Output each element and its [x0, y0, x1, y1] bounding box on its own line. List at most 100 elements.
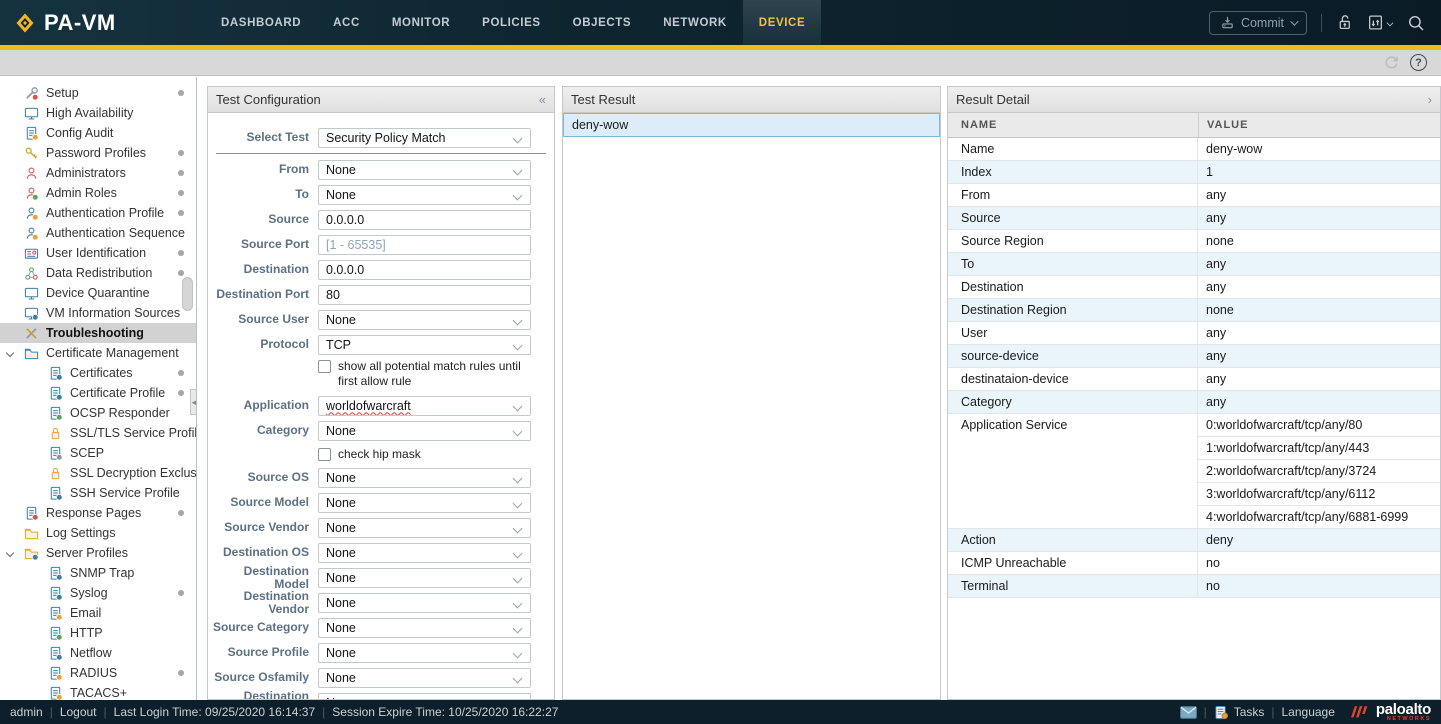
sidebar-item-scep[interactable]: SCEP — [0, 443, 196, 463]
expand-chevron-icon[interactable] — [6, 549, 14, 557]
detail-row-destinataion-device: destinataion-deviceany — [948, 368, 1440, 391]
from-select[interactable]: None — [318, 160, 531, 180]
sidebar-item-authentication-profile[interactable]: Authentication Profile — [0, 203, 196, 223]
search-icon[interactable] — [1407, 14, 1425, 32]
source-user-label: Source User — [208, 313, 318, 326]
source-input[interactable] — [318, 210, 531, 230]
sidebar-collapse-handle[interactable]: ◄ — [190, 389, 197, 415]
expand-chevron-icon[interactable] — [6, 349, 14, 357]
to-select[interactable]: None — [318, 185, 531, 205]
sidebar-scrollbar-thumb[interactable] — [182, 277, 193, 311]
form-row-check-hip-mask: check hip mask — [208, 443, 554, 465]
form-row-source-user: Source UserNone — [208, 307, 554, 332]
sidebar-item-http[interactable]: HTTP — [0, 623, 196, 643]
chevron-down-icon — [1290, 17, 1298, 25]
divider: | — [104, 705, 107, 719]
sidebar-item-data-redistribution[interactable]: Data Redistribution — [0, 263, 196, 283]
config-save-icon[interactable] — [1367, 14, 1393, 31]
source-port-input[interactable] — [318, 235, 531, 255]
sidebar-item-ssh-service-profile[interactable]: SSH Service Profile — [0, 483, 196, 503]
application-select[interactable]: worldofwarcraft — [318, 396, 531, 416]
source-os-select[interactable]: None — [318, 468, 531, 488]
sidebar-item-server-profiles[interactable]: Server Profiles — [0, 543, 196, 563]
sidebar-item-log-settings[interactable]: Log Settings — [0, 523, 196, 543]
nav-tab-dashboard[interactable]: DASHBOARD — [205, 0, 317, 45]
nav-tab-monitor[interactable]: MONITOR — [376, 0, 466, 45]
protocol-select[interactable]: TCP — [318, 335, 531, 355]
nav-tab-acc[interactable]: ACC — [317, 0, 376, 45]
category-select[interactable]: None — [318, 421, 531, 441]
sidebar-item-troubleshooting[interactable]: Troubleshooting — [0, 323, 196, 343]
sidebar-item-user-identification[interactable]: User Identification — [0, 243, 196, 263]
destination-input[interactable] — [318, 260, 531, 280]
sidebar-item-setup[interactable]: Setup — [0, 83, 196, 103]
collapse-panel-icon[interactable]: « — [539, 92, 546, 107]
show-all-potential-match-rules-checkbox[interactable] — [318, 360, 331, 373]
nav-tab-policies[interactable]: POLICIES — [466, 0, 556, 45]
sidebar-item-response-pages[interactable]: Response Pages — [0, 503, 196, 523]
source-model-select[interactable]: None — [318, 493, 531, 513]
expand-panel-icon[interactable]: › — [1428, 92, 1432, 107]
refresh-icon[interactable] — [1383, 54, 1400, 71]
nav-tab-network[interactable]: NETWORK — [647, 0, 743, 45]
source-user-select[interactable]: None — [318, 310, 531, 330]
commit-button[interactable]: Commit — [1209, 11, 1307, 35]
language-link[interactable]: Language — [1282, 705, 1335, 719]
sidebar-item-authentication-sequence[interactable]: Authentication Sequence — [0, 223, 196, 243]
sidebar-item-label: Data Redistribution — [46, 266, 152, 280]
sidebar-item-label: Device Quarantine — [46, 286, 150, 300]
tasks-link[interactable]: Tasks — [1234, 705, 1265, 719]
source-osfamily-select[interactable]: None — [318, 668, 531, 688]
sidebar-item-ssl-decryption-exclusion[interactable]: SSL Decryption Exclusion — [0, 463, 196, 483]
sidebar-item-certificates[interactable]: Certificates — [0, 363, 196, 383]
sidebar-item-certificate-profile[interactable]: Certificate Profile — [0, 383, 196, 403]
check-hip-mask-checkbox[interactable] — [318, 448, 331, 461]
sidebar-item-config-audit[interactable]: Config Audit — [0, 123, 196, 143]
sidebar-item-label: Authentication Sequence — [46, 226, 185, 240]
sidebar-item-administrators[interactable]: Administrators — [0, 163, 196, 183]
http-icon — [48, 626, 64, 641]
nav-tab-device[interactable]: DEVICE — [743, 0, 821, 45]
source-profile-select[interactable]: None — [318, 643, 531, 663]
sidebar-item-radius[interactable]: RADIUS — [0, 663, 196, 683]
form-row-destination-port: Destination Port — [208, 282, 554, 307]
category-label: Category — [208, 424, 318, 437]
detail-row-from: Fromany — [948, 184, 1440, 207]
source-category-select[interactable]: None — [318, 618, 531, 638]
detail-name: Destination — [948, 276, 1198, 298]
sidebar-item-snmp-trap[interactable]: SNMP Trap — [0, 563, 196, 583]
sidebar-item-device-quarantine[interactable]: Device Quarantine — [0, 283, 196, 303]
sidebar-item-admin-roles[interactable]: Admin Roles — [0, 183, 196, 203]
select-test-select[interactable]: Security Policy Match — [318, 128, 531, 148]
setup-icon — [24, 86, 40, 101]
lock-open-icon[interactable] — [1336, 14, 1353, 31]
sidebar-item-syslog[interactable]: Syslog — [0, 583, 196, 603]
sidebar-item-ssl-tls-service-profile[interactable]: SSL/TLS Service Profile — [0, 423, 196, 443]
tasks-icon[interactable] — [1214, 705, 1229, 720]
sidebar-item-netflow[interactable]: Netflow — [0, 643, 196, 663]
selected-value: None — [326, 471, 356, 485]
column-header-value: VALUE — [1198, 113, 1440, 137]
destination-vendor-select[interactable]: None — [318, 593, 531, 613]
destination-model-select[interactable]: None — [318, 568, 531, 588]
destination-port-input[interactable] — [318, 285, 531, 305]
destination-category-select[interactable]: None — [318, 693, 531, 700]
nav-tab-objects[interactable]: OBJECTS — [557, 0, 648, 45]
destination-os-select[interactable]: None — [318, 543, 531, 563]
sidebar-item-tacacs[interactable]: TACACS+ — [0, 683, 196, 700]
logout-link[interactable]: Logout — [60, 705, 97, 719]
detail-row-icmp-unreachable: ICMP Unreachableno — [948, 552, 1440, 575]
sidebar-item-certificate-management[interactable]: Certificate Management — [0, 343, 196, 363]
sidebar-item-high-availability[interactable]: High Availability — [0, 103, 196, 123]
sidebar-item-ocsp-responder[interactable]: OCSP Responder — [0, 403, 196, 423]
pa-vm-logo: PA-VM — [0, 10, 205, 36]
test-result-row-deny-wow[interactable]: deny-wow — [563, 113, 940, 137]
sidebar-item-vm-information-sources[interactable]: VM Information Sources — [0, 303, 196, 323]
source-vendor-select[interactable]: None — [318, 518, 531, 538]
help-icon[interactable]: ? — [1410, 54, 1427, 71]
item-status-dot — [178, 510, 184, 516]
sidebar-item-password-profiles[interactable]: Password Profiles — [0, 143, 196, 163]
source-category-label: Source Category — [208, 621, 318, 634]
sidebar-item-email[interactable]: Email — [0, 603, 196, 623]
messages-icon[interactable] — [1180, 706, 1197, 719]
